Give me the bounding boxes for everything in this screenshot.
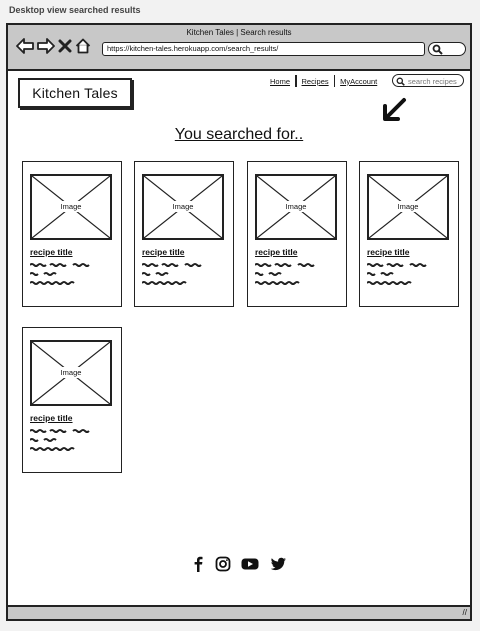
recipe-title[interactable]: recipe title [30, 247, 73, 257]
browser-search-field[interactable] [428, 42, 466, 56]
browser-titlebar: Kitchen Tales | Search results https://k… [8, 25, 470, 71]
description-scribble [29, 261, 100, 292]
recipe-title[interactable]: recipe title [30, 413, 73, 423]
wireframe-caption: Desktop view searched results [9, 5, 141, 15]
description-scribble [366, 261, 437, 292]
image-label: Image [394, 201, 422, 212]
nav-link-recipes[interactable]: Recipes [297, 77, 334, 86]
twitter-icon[interactable] [269, 556, 287, 577]
recipe-card[interactable]: Image recipe title [22, 327, 122, 473]
back-arrow-icon[interactable] [16, 38, 34, 54]
browser-window: Kitchen Tales | Search results https://k… [6, 23, 472, 621]
image-placeholder: Image [30, 340, 112, 406]
instagram-icon[interactable] [215, 556, 231, 577]
recipe-card[interactable]: Image recipe title [22, 161, 122, 307]
recipe-card[interactable]: Image recipe title [134, 161, 234, 307]
image-placeholder: Image [30, 174, 112, 240]
forward-arrow-icon[interactable] [37, 38, 55, 54]
stop-icon[interactable] [58, 39, 72, 53]
browser-nav-buttons [16, 38, 91, 54]
window-title: Kitchen Tales | Search results [186, 28, 292, 37]
youtube-icon[interactable] [241, 556, 259, 577]
nav-link-myaccount[interactable]: MyAccount [335, 77, 382, 86]
description-scribble [29, 427, 100, 458]
description-scribble [254, 261, 325, 292]
url-bar[interactable]: https://kitchen-tales.herokuapp.com/sear… [102, 42, 425, 56]
social-links [8, 556, 470, 577]
search-placeholder: search recipes [408, 77, 457, 86]
recipe-title[interactable]: recipe title [367, 247, 410, 257]
description-scribble [141, 261, 212, 292]
image-label: Image [282, 201, 310, 212]
top-nav: Home Recipes MyAccount [265, 75, 382, 87]
image-label: Image [169, 201, 197, 212]
recipe-card[interactable]: Image recipe title [359, 161, 459, 307]
home-icon[interactable] [75, 38, 91, 54]
facebook-icon[interactable] [191, 556, 205, 577]
image-placeholder: Image [142, 174, 224, 240]
image-label: Image [57, 367, 85, 378]
resize-grip-icon[interactable]: // [463, 608, 467, 617]
site-search-input[interactable]: search recipes [392, 74, 464, 87]
site-logo[interactable]: Kitchen Tales [18, 78, 132, 108]
recipe-card[interactable]: Image recipe title [247, 161, 347, 307]
browser-statusbar: // [8, 605, 470, 619]
image-label: Image [57, 201, 85, 212]
image-placeholder: Image [367, 174, 449, 240]
arrow-down-left-icon [380, 97, 408, 128]
nav-link-home[interactable]: Home [265, 77, 295, 86]
image-placeholder: Image [255, 174, 337, 240]
page-heading: You searched for.. [174, 126, 304, 143]
recipe-title[interactable]: recipe title [255, 247, 298, 257]
recipe-title[interactable]: recipe title [142, 247, 185, 257]
